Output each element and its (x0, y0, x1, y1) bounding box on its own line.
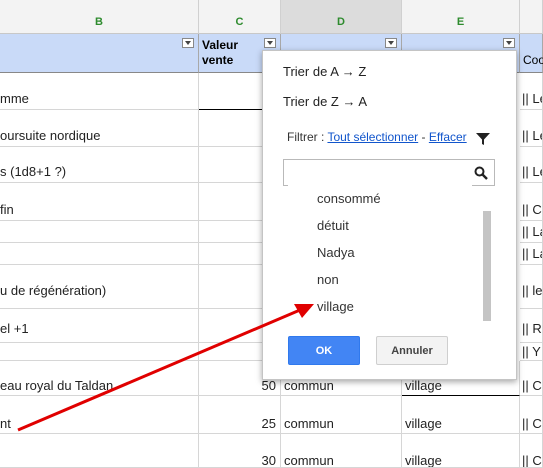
annotation-arrow (17, 304, 314, 432)
